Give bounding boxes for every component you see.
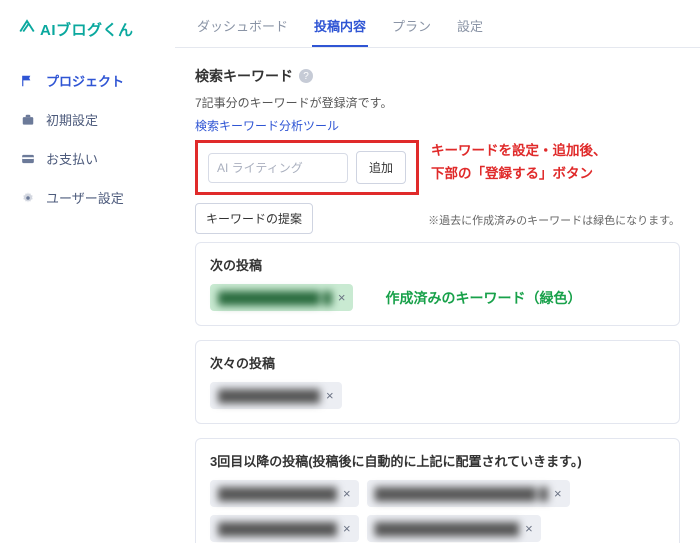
- panel-third-onward: 3回目以降の投稿(投稿後に自動的に上記に配置されていきます。) ████████…: [195, 438, 680, 543]
- close-icon[interactable]: ×: [554, 486, 562, 501]
- sidebar-item-project[interactable]: プロジェクト: [10, 61, 165, 100]
- flag-icon: [20, 74, 36, 88]
- card-icon: [20, 152, 36, 166]
- gear-icon: [20, 191, 36, 205]
- keyword-chip[interactable]: ████████████ █ ×: [210, 284, 353, 311]
- logo: AIブログくん: [10, 18, 165, 41]
- callout-line1: キーワードを設定・追加後、: [431, 140, 607, 163]
- chip-text: █████████████████: [375, 522, 520, 536]
- callout-annotation: キーワードを設定・追加後、 下部の「登録する」ボタン: [431, 140, 607, 186]
- briefcase-icon: [20, 113, 36, 127]
- green-annotation: 作成済みのキーワード（緑色）: [385, 288, 581, 308]
- tabs: ダッシュボード 投稿内容 プラン 設定: [175, 0, 700, 48]
- callout-line2: 下部の「登録する」ボタン: [431, 163, 607, 186]
- content: 検索キーワード ? 7記事分のキーワードが登録済です。 検索キーワード分析ツール…: [175, 48, 700, 543]
- chip-text: ████████████ █: [218, 291, 332, 305]
- sidebar-item-label: お支払い: [46, 149, 98, 168]
- keyword-chip[interactable]: █████████████████ ×: [367, 515, 541, 542]
- logo-icon: [18, 18, 36, 41]
- sidebar-item-label: プロジェクト: [46, 71, 124, 90]
- tab-plan[interactable]: プラン: [390, 10, 433, 47]
- add-button[interactable]: 追加: [356, 151, 406, 184]
- panel-title: 3回目以降の投稿(投稿後に自動的に上記に配置されていきます。): [210, 451, 665, 470]
- chip-text: ██████████████: [218, 487, 337, 501]
- section-title: 検索キーワード: [195, 66, 293, 86]
- close-icon[interactable]: ×: [326, 388, 334, 403]
- sidebar-item-label: ユーザー設定: [46, 188, 124, 207]
- close-icon[interactable]: ×: [343, 521, 351, 536]
- keyword-chip[interactable]: ██████████████ ×: [210, 480, 359, 507]
- keyword-input[interactable]: [208, 153, 348, 183]
- tab-dashboard[interactable]: ダッシュボード: [195, 10, 290, 47]
- tab-post-content[interactable]: 投稿内容: [312, 10, 368, 47]
- tab-settings[interactable]: 設定: [455, 10, 485, 47]
- keyword-chip[interactable]: ███████████████████ █ ×: [367, 480, 570, 507]
- help-icon[interactable]: ?: [299, 69, 313, 83]
- main: ダッシュボード 投稿内容 プラン 設定 検索キーワード ? 7記事分のキーワード…: [175, 0, 700, 543]
- chip-text: ████████████: [218, 389, 320, 403]
- keyword-input-row: 追加: [195, 140, 419, 195]
- logo-text: AIブログくん: [40, 19, 134, 40]
- panel-title: 次々の投稿: [210, 353, 665, 372]
- sidebar: AIブログくん プロジェクト 初期設定 お支払い ユーザー設定: [0, 0, 175, 543]
- analysis-tool-link[interactable]: 検索キーワード分析ツール: [195, 117, 339, 134]
- keyword-chip[interactable]: ██████████████ ×: [210, 515, 359, 542]
- sidebar-item-user-settings[interactable]: ユーザー設定: [10, 178, 165, 217]
- sidebar-item-initial-settings[interactable]: 初期設定: [10, 100, 165, 139]
- keyword-chip[interactable]: ████████████ ×: [210, 382, 342, 409]
- close-icon[interactable]: ×: [525, 521, 533, 536]
- chip-text: ███████████████████ █: [375, 487, 548, 501]
- panel-title: 次の投稿: [210, 255, 665, 274]
- sidebar-item-label: 初期設定: [46, 110, 98, 129]
- close-icon[interactable]: ×: [343, 486, 351, 501]
- suggest-keyword-button[interactable]: キーワードの提案: [195, 203, 313, 234]
- keyword-count-text: 7記事分のキーワードが登録済です。: [195, 94, 680, 111]
- panel-after-next-post: 次々の投稿 ████████████ ×: [195, 340, 680, 424]
- sidebar-item-payment[interactable]: お支払い: [10, 139, 165, 178]
- close-icon[interactable]: ×: [338, 290, 346, 305]
- chip-text: ██████████████: [218, 522, 337, 536]
- panel-next-post: 次の投稿 ████████████ █ × 作成済みのキーワード（緑色）: [195, 242, 680, 326]
